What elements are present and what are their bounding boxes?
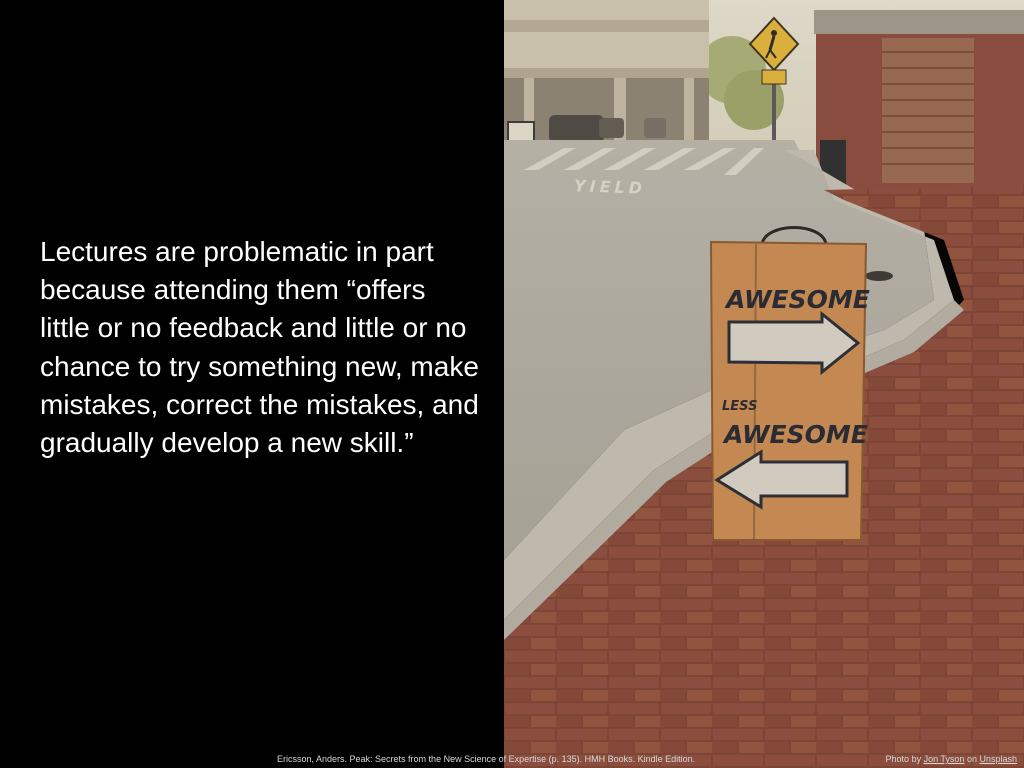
photographer-link[interactable]: Jon Tyson: [924, 754, 965, 764]
unsplash-link[interactable]: Unsplash: [979, 754, 1017, 764]
slide: Lectures are problematic in part because…: [0, 0, 1024, 768]
photo-credit: Photo by Jon Tyson on Unsplash: [886, 754, 1017, 764]
book-citation: Ericsson, Anders. Peak: Secrets from the…: [277, 754, 696, 764]
photo-credit-prefix: Photo by: [885, 754, 924, 764]
photo-illustration: YIELD AWESOME LESS AWESOME: [504, 0, 1024, 768]
photo-credit-mid: on: [964, 754, 980, 764]
footer-citations: Ericsson, Anders. Peak: Secrets from the…: [0, 754, 1020, 766]
quote-text: Lectures are problematic in part because…: [40, 236, 479, 459]
sign-photo: YIELD AWESOME LESS AWESOME: [504, 0, 1024, 768]
